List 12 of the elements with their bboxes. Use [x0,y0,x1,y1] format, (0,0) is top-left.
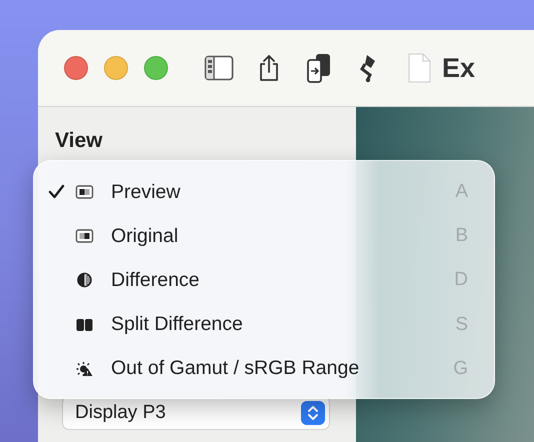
difference-mode-icon [75,272,94,288]
original-mode-icon [75,228,94,244]
section-heading: View [55,129,104,153]
color-profile-dropdown[interactable]: Display P3 [62,396,330,430]
gamut-mode-icon [75,360,94,377]
split-mode-icon [75,316,94,333]
sidebar-toggle-icon[interactable] [204,53,234,83]
preview-mode-icon [75,184,94,200]
close-button[interactable] [64,56,88,80]
stepper-icon [301,401,325,425]
window-title: Ex [442,52,476,84]
zoom-button[interactable] [144,56,168,80]
